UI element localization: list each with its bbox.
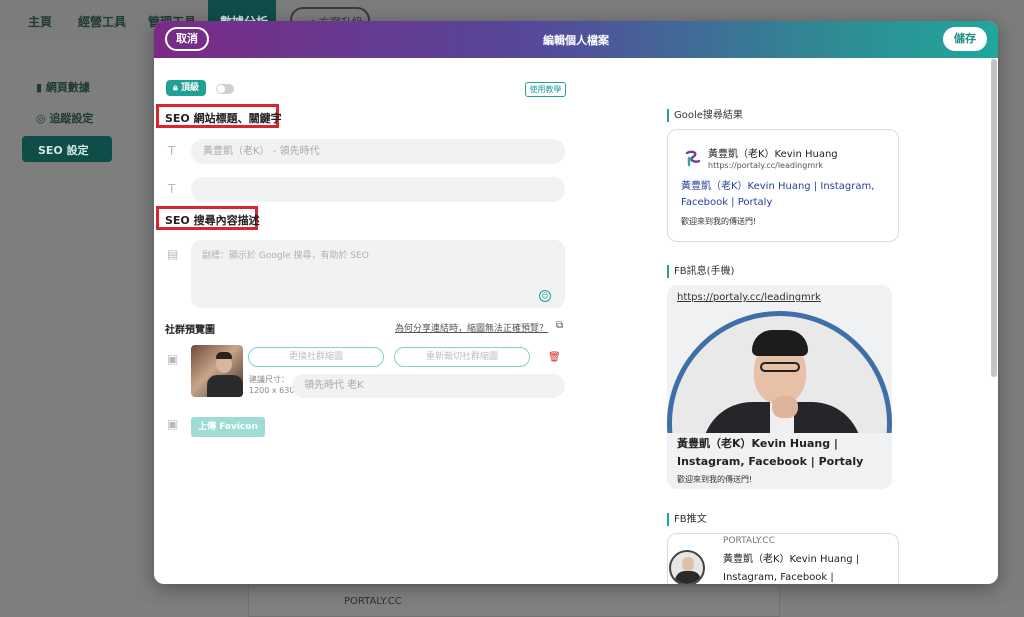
advanced-toggle[interactable] xyxy=(216,84,234,94)
modal-title: 編輯個人檔案 xyxy=(543,34,609,47)
fb-preview-heading: FB訊息(手機) xyxy=(667,265,734,278)
tweet-preview-domain: PORTALY.CC xyxy=(723,536,775,546)
edit-profile-modal: 取消 編輯個人檔案 儲存 🔒︎ 頂級 使用教學 SEO 網站標題、關鍵字 T 黃… xyxy=(154,21,998,584)
seo-keywords-input[interactable] xyxy=(191,177,565,202)
sidebar-item-seo[interactable]: SEO 設定 xyxy=(22,136,112,162)
modal-header: 取消 編輯個人檔案 儲存 xyxy=(154,21,998,58)
google-preview-name: 黃豊凱（老K）Kevin Huang xyxy=(708,149,838,160)
tutorial-button[interactable]: 使用教學 xyxy=(525,82,566,97)
background-preview-card: PORTALY.CC xyxy=(248,585,780,617)
emoji-icon[interactable]: ☺ xyxy=(539,290,551,302)
text-icon: T xyxy=(168,182,176,196)
nav-item-home[interactable]: 主頁 xyxy=(28,13,52,30)
image-alt-input[interactable]: 領先時代 老K xyxy=(292,374,565,398)
save-button[interactable]: 儲存 xyxy=(943,27,987,51)
fb-preview-image xyxy=(667,311,892,433)
google-preview-url: https://portaly.cc/leadingmrk xyxy=(708,161,824,170)
seo-description-textarea[interactable]: 副標：顯示於 Google 搜尋，有助於 SEO xyxy=(191,240,565,308)
nav-item-business-tools[interactable]: 經營工具 xyxy=(78,13,126,30)
google-preview-description: 歡迎來到我的傳送門! xyxy=(681,217,757,226)
modal-scrollbar[interactable] xyxy=(991,59,997,377)
share-help-link[interactable]: 為何分享連結時，縮圖無法正確預覽？ xyxy=(395,321,548,334)
portaly-logo-icon xyxy=(685,150,701,167)
image-icon: ▣ xyxy=(167,352,179,366)
recommended-size-label: 建議尺寸： 1200 x 630 xyxy=(249,375,295,395)
tweet-preview-card: PORTALY.CC 黃豊凱（老K）Kevin Huang | Instagra… xyxy=(667,533,899,584)
google-preview-heading: Goole搜尋結果 xyxy=(667,109,743,122)
seo-title-heading: SEO 網站標題、關鍵字 xyxy=(165,112,282,125)
social-thumbnail xyxy=(191,345,243,397)
recrop-thumbnail-button[interactable]: 重新裁切社群縮圖 xyxy=(394,347,530,367)
replace-thumbnail-button[interactable]: 更換社群縮圖 xyxy=(248,347,384,367)
tweet-preview-heading: FB推文 xyxy=(667,513,707,526)
external-link-icon[interactable]: ⧉ xyxy=(556,320,563,331)
lock-icon: 🔒︎ xyxy=(173,83,178,93)
google-preview-link-title: 黃豊凱（老K）Kevin Huang | Instagram, Facebook… xyxy=(681,181,875,208)
seo-title-input[interactable]: 黃豊凱（老K） - 領先時代 xyxy=(191,139,565,164)
fb-preview-description: 歡迎來到我的傳送門! xyxy=(677,475,753,484)
google-preview-card: 黃豊凱（老K）Kevin Huang https://portaly.cc/le… xyxy=(667,129,899,242)
target-icon: ◎ xyxy=(36,112,50,125)
social-preview-heading: 社群預覽圖 xyxy=(165,325,215,336)
sidebar-item-tracking[interactable]: ◎ 追蹤設定 xyxy=(36,110,93,126)
avatar xyxy=(669,550,705,584)
fb-preview-url: https://portaly.cc/leadingmrk xyxy=(677,292,821,303)
fb-preview-card: https://portaly.cc/leadingmrk 黃豊凱（老K）Kev… xyxy=(667,285,892,489)
trash-icon[interactable]: 🗑︎ xyxy=(548,352,561,363)
fb-preview-name: 黃豊凱（老K）Kevin Huang | Instagram, Facebook… xyxy=(677,437,864,468)
tier-badge: 🔒︎ 頂級 xyxy=(166,80,206,96)
seo-description-heading: SEO 搜尋內容描述 xyxy=(165,214,260,227)
text-icon: T xyxy=(168,144,176,158)
sidebar-item-web-data[interactable]: ▮ 網頁數據 xyxy=(36,79,90,95)
background-sidebar: ▮ 網頁數據 ◎ 追蹤設定 SEO 設定 xyxy=(0,42,134,606)
document-icon: ▤ xyxy=(167,247,179,261)
tweet-preview-name: 黃豊凱（老K）Kevin Huang | Instagram, Facebook… xyxy=(723,554,860,583)
upload-favicon-button[interactable]: 上傳 Favicon xyxy=(191,417,265,437)
chart-icon: ▮ xyxy=(36,81,46,94)
image-icon: ▣ xyxy=(167,417,179,431)
